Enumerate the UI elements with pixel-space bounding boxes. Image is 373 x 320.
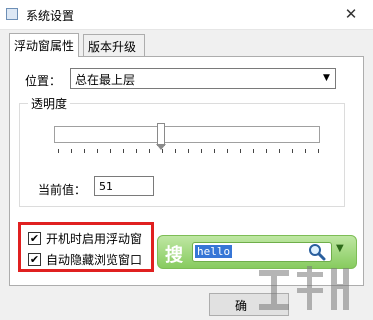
tab-version-upgrade[interactable]: 版本升级 [83, 34, 145, 56]
slider-tick [175, 149, 176, 153]
slider-tick [214, 149, 215, 153]
position-label: 位置： [25, 74, 62, 88]
slider-tick [84, 149, 85, 153]
slider-ticks [58, 149, 320, 155]
transparency-slider-thumb[interactable] [157, 123, 165, 146]
chevron-down-icon[interactable]: ▼ [318, 69, 335, 88]
slider-tick [71, 149, 72, 153]
transparency-slider-track[interactable] [54, 126, 320, 143]
option-auto-hide-label: 自动隐藏浏览窗口 [46, 253, 143, 267]
title-bar: 系统设置 ✕ [0, 0, 373, 30]
slider-tick [201, 149, 202, 153]
slider-tick [227, 149, 228, 153]
slider-tick [240, 149, 241, 153]
slider-tick [149, 149, 150, 153]
slider-tick [123, 149, 124, 153]
slider-tick [58, 149, 59, 153]
app-icon [6, 8, 18, 20]
slider-tick [188, 149, 189, 153]
current-value-label: 当前值： [38, 183, 87, 197]
checkbox-auto-hide[interactable]: ✔ [28, 253, 41, 266]
slider-tick [97, 149, 98, 153]
slider-thumb-pointer[interactable] [156, 144, 166, 150]
option-auto-hide[interactable]: ✔ 自动隐藏浏览窗口 [28, 251, 142, 268]
tab-floating-window[interactable]: 浮动窗属性 [9, 33, 80, 57]
checkbox-startup-float[interactable]: ✔ [28, 232, 41, 245]
slider-tick [253, 149, 254, 153]
search-icon[interactable] [308, 243, 326, 261]
position-value: 总在最上层 [75, 73, 136, 87]
slider-tick [318, 149, 319, 153]
search-query[interactable]: hello [195, 245, 233, 258]
transparency-group-title: 透明度 [28, 95, 71, 112]
search-logo-icon: 搜 [165, 245, 183, 266]
slider-tick [136, 149, 137, 153]
slider-tick [292, 149, 293, 153]
slider-tick [110, 149, 111, 153]
option-startup-float-label: 开机时启用浮动窗 [46, 232, 143, 246]
option-startup-float[interactable]: ✔ 开机时启用浮动窗 [28, 230, 142, 247]
slider-tick [279, 149, 280, 153]
ok-button-label: 确 [235, 299, 248, 313]
watermark-logo [259, 266, 349, 310]
current-value-field[interactable] [94, 176, 154, 196]
chevron-down-icon[interactable]: ▼ [336, 243, 344, 254]
slider-tick [305, 149, 306, 153]
position-select[interactable]: 总在最上层 ▼ [70, 68, 336, 89]
close-button[interactable]: ✕ [336, 2, 366, 26]
window-title: 系统设置 [26, 9, 75, 23]
slider-tick [266, 149, 267, 153]
